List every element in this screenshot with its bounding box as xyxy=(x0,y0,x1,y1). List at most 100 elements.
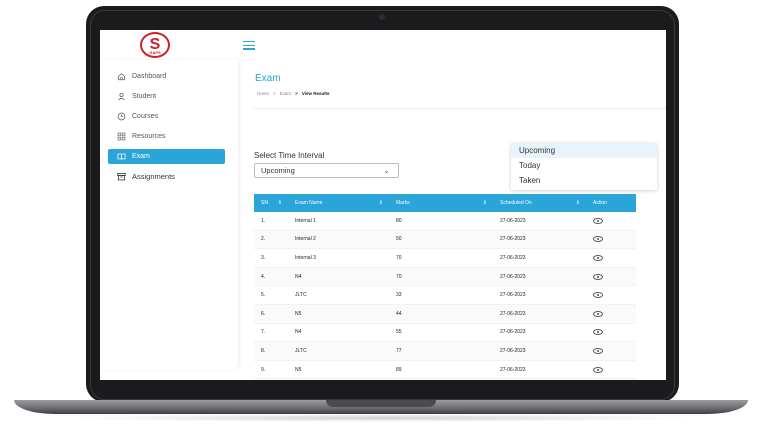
sort-icon[interactable]: ⇕ xyxy=(379,200,383,206)
dropdown-option-taken[interactable]: Taken xyxy=(511,173,657,188)
column-label: Scheduled On xyxy=(500,200,532,206)
cell-action xyxy=(586,323,636,342)
cell-marks: 70 xyxy=(396,273,402,280)
menu-toggle-icon[interactable] xyxy=(243,41,255,50)
book-icon xyxy=(117,152,126,161)
cell-exam-name: N5 xyxy=(295,310,302,317)
table-row: 7. N4 55 27-06-2023 xyxy=(254,324,636,343)
cell-marks: 77 xyxy=(396,347,402,354)
sidebar-item-assignments[interactable]: Assignments xyxy=(108,169,225,184)
sidebar-item-resources[interactable]: Resources xyxy=(108,129,225,144)
sidebar-item-dashboard[interactable]: Dashboard xyxy=(108,69,225,84)
chevron-down-icon: ⌄ xyxy=(383,166,390,175)
cell-sn: 3. xyxy=(261,254,266,261)
sidebar-item-exam[interactable]: Exam xyxy=(108,149,225,164)
main-content: Exam Home > Exam > View Results Select T… xyxy=(245,60,666,380)
home-icon xyxy=(117,72,126,81)
cell-exam-name: Internal 2 xyxy=(295,236,316,243)
cell-marks: 44 xyxy=(396,310,402,317)
column-header-exam-name[interactable]: Exam Name ⇕ xyxy=(288,194,389,212)
cell-sn: 8. xyxy=(261,347,266,354)
time-interval-dropdown: Upcoming Today Taken xyxy=(511,143,657,190)
table-row: 8. JLTC 77 27-06-2023 xyxy=(254,342,636,361)
table-row: 6. N5 44 27-06-2023 xyxy=(254,304,636,324)
cell-action xyxy=(586,379,636,380)
sort-icon[interactable]: ⇕ xyxy=(483,200,487,206)
sidebar-item-courses[interactable]: Courses xyxy=(108,109,225,124)
results-table: SN ⇕ Exam Name ⇕ Marks ⇕ Scheduled On ⇕ Acti… xyxy=(254,194,636,380)
sidebar-item-label: Student xyxy=(132,93,157,100)
cell-action xyxy=(586,267,636,286)
time-interval-label: Select Time Interval xyxy=(254,151,325,160)
cell-sn: 4. xyxy=(261,273,266,280)
cell-exam-name: JLTC xyxy=(288,379,389,380)
cell-scheduled-on: 27-06-2023 xyxy=(500,273,526,280)
table-row: 9. N5 89 27-06-2023 xyxy=(254,361,636,380)
sidebar-item-label: Exam xyxy=(132,153,150,160)
eye-icon[interactable] xyxy=(593,310,603,317)
select-value: Upcoming xyxy=(261,166,295,175)
logo-text: GAPS xyxy=(149,50,161,55)
eye-icon[interactable] xyxy=(593,292,603,299)
table-body: 1. Internal 1 80 27-06-2023 2. Internal 2 50 27… xyxy=(254,212,636,380)
user-icon xyxy=(117,92,126,101)
eye-icon[interactable] xyxy=(593,329,603,336)
cell-sn: 1. xyxy=(261,217,266,224)
clock-icon xyxy=(117,112,126,121)
laptop-base-notch xyxy=(326,400,436,407)
table-header: SN ⇕ Exam Name ⇕ Marks ⇕ Scheduled On ⇕ Acti… xyxy=(254,194,636,212)
cell-scheduled-on: 27-06-2023 xyxy=(500,292,526,299)
cell-scheduled-on: 27-06-2023 xyxy=(500,347,526,354)
table-row: 3. Internal 3 70 27-06-2023 xyxy=(254,249,636,268)
page-title: Exam xyxy=(255,73,281,84)
sort-icon[interactable]: ⇕ xyxy=(278,200,282,206)
cell-marks: 33 xyxy=(396,292,402,299)
logo[interactable]: S GAPS xyxy=(140,32,170,58)
cell-action xyxy=(586,230,636,249)
breadcrumb-exam[interactable]: Exam xyxy=(280,91,292,96)
cell-sn: 7. xyxy=(261,329,266,336)
chevron-right-icon: > xyxy=(273,91,276,96)
sidebar-item-label: Courses xyxy=(132,113,159,120)
column-header-sn[interactable]: SN ⇕ xyxy=(254,194,288,212)
column-label: Exam Name xyxy=(295,200,323,206)
sort-icon[interactable]: ⇕ xyxy=(576,200,580,206)
eye-icon[interactable] xyxy=(593,236,603,243)
column-label: SN xyxy=(261,200,268,206)
cell-exam-name: N4 xyxy=(295,329,302,336)
cell-exam-name: JLTC xyxy=(295,347,307,354)
eye-icon[interactable] xyxy=(593,347,603,354)
eye-icon[interactable] xyxy=(593,254,603,261)
cell-sn: 9. xyxy=(261,366,266,373)
cell-sn: 10. xyxy=(254,379,288,380)
column-header-action: Action xyxy=(586,194,636,212)
cell-scheduled-on: 27-06-2023 xyxy=(500,329,526,336)
sidebar-item-student[interactable]: Student xyxy=(108,89,225,104)
cell-scheduled-on: 27-06-2023 xyxy=(500,310,526,317)
time-interval-select[interactable]: Upcoming ⌄ xyxy=(254,163,399,178)
table-row: 10.JLTC6627-06-2023 xyxy=(254,379,636,380)
eye-icon[interactable] xyxy=(593,366,603,373)
sidebar-item-label: Assignments xyxy=(132,172,175,181)
cell-scheduled-on: 27-06-2023 xyxy=(500,366,526,373)
camera-icon xyxy=(379,14,385,20)
cell-exam-name: JLTC xyxy=(295,292,307,299)
dropdown-option-today[interactable]: Today xyxy=(511,158,657,173)
column-header-marks[interactable]: Marks ⇕ xyxy=(389,194,493,212)
cell-marks: 89 xyxy=(396,366,402,373)
cell-marks: 55 xyxy=(396,329,402,336)
breadcrumb-current: View Results xyxy=(301,91,330,96)
cell-sn: 5. xyxy=(261,292,266,299)
cell-sn: 6. xyxy=(261,310,266,317)
column-header-scheduled-on[interactable]: Scheduled On ⇕ xyxy=(493,194,586,212)
eye-icon[interactable] xyxy=(593,273,603,280)
cell-marks: 70 xyxy=(396,254,402,261)
table-row: 4. N4 70 27-06-2023 xyxy=(254,267,636,287)
breadcrumb-home[interactable]: Home xyxy=(257,91,269,96)
dropdown-option-upcoming[interactable]: Upcoming xyxy=(511,143,657,158)
cell-sn: 2. xyxy=(261,236,266,243)
eye-icon[interactable] xyxy=(593,217,603,224)
cell-scheduled-on: 27-06-2023 xyxy=(500,236,526,243)
cell-action xyxy=(586,286,636,305)
divider xyxy=(253,108,666,109)
